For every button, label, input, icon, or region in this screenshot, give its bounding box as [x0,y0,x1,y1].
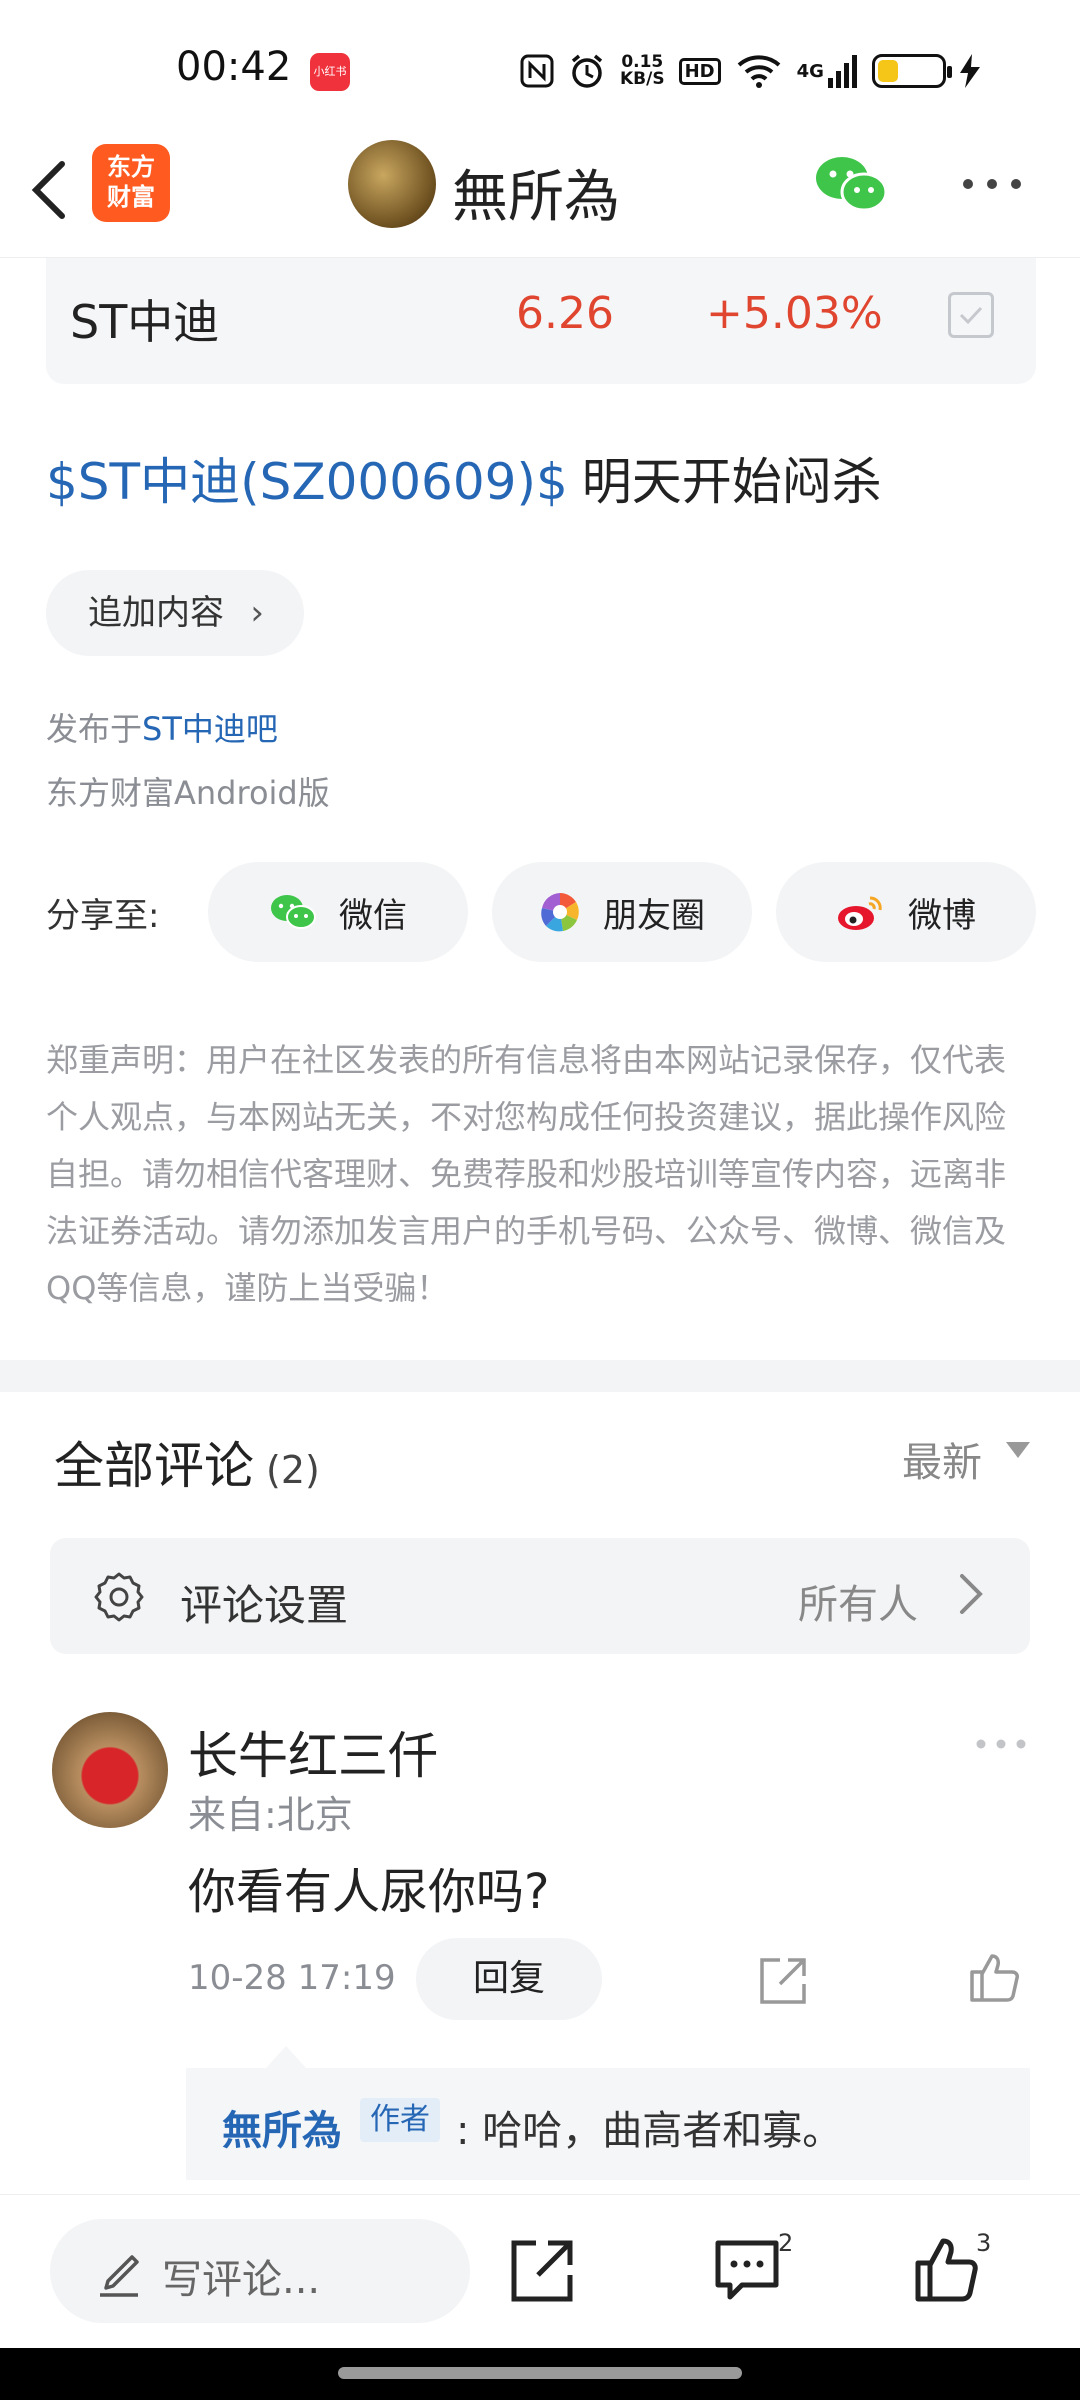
stock-tag-link[interactable]: $ST中迪(SZ000609)$ [46,453,568,511]
post-title: $ST中迪(SZ000609)$ 明天开始闷杀 [46,442,882,514]
weibo-icon [838,896,882,930]
battery-level [877,60,899,82]
reply-text: : 哈哈，曲高者和寡。 [456,2108,843,2154]
moments-icon [541,893,579,932]
stock-change: +5.03% [706,288,883,339]
status-time: 00:42 [176,44,292,90]
post-title-text: 明天开始闷杀 [581,453,882,511]
append-content-label: 追加内容 [88,593,224,633]
gear-icon [92,1570,146,1624]
stock-price: 6.26 [516,288,614,339]
pencil-icon [94,2245,144,2299]
write-comment-placeholder: 写评论... [162,2257,321,2303]
chevron-right-icon: › [250,593,264,633]
published-in: 发布于ST中迪吧 [46,704,278,750]
battery-icon [871,54,952,88]
commenter-location: 来自:北京 [188,1793,353,1837]
cellular-signal-icon: 4G [797,54,858,88]
wechat-share-icon[interactable] [814,152,890,216]
like-count-badge: 3 [976,2229,992,2257]
charging-icon [959,54,980,88]
top-nav-bar: 东方 财富 無所為 [0,140,1080,258]
disclaimer-text: 郑重声明：用户在社区发表的所有信息将由本网站记录保存，仅代表个人观点，与本网站无… [46,1041,1007,1307]
network-speed-unit: KB/S [620,69,665,89]
alarm-icon [568,52,606,90]
comments-header: 全部评论 (2) [54,1426,320,1498]
wifi-icon [735,52,783,90]
write-comment-input[interactable]: 写评论... [50,2219,470,2323]
wechat-icon [271,895,316,929]
append-content-button[interactable]: 追加内容 › [46,570,304,656]
share-wechat-label: 微信 [339,895,407,936]
comment-settings-label: 评论设置 [180,1581,349,1630]
eastmoney-logo[interactable]: 东方 财富 [92,144,170,222]
xiaohongshu-notification-icon: 小红书 [310,53,350,91]
share-label: 分享至: [46,896,160,936]
caret-down-icon[interactable] [1006,1442,1030,1458]
share-comment-icon[interactable] [756,1954,810,2008]
stock-name: ST中迪 [70,295,220,349]
like-post-icon[interactable] [912,2235,982,2305]
chevron-right-icon [956,1566,986,1633]
reply-author[interactable]: 無所為 [222,2098,342,2156]
commenter-name[interactable]: 长牛红三仟 [188,1716,438,1788]
hd-icon: HD [678,57,721,85]
share-wechat-button[interactable]: 微信 [208,862,468,962]
section-divider [0,1360,1080,1392]
stock-quote-card[interactable]: ST中迪 6.26 +5.03% [46,258,1036,384]
reply-preview[interactable]: 無所為 作者 : 哈哈，曲高者和寡。 [186,2046,1030,2180]
status-icons: 0.15 KB/S HD 4G [520,46,980,96]
share-weibo-label: 微博 [908,895,976,936]
share-moments-button[interactable]: 朋友圈 [492,862,752,962]
author-badge: 作者 [360,2098,440,2142]
more-options-icon[interactable] [960,174,1024,194]
stock-bar-link[interactable]: ST中迪吧 [142,710,278,748]
comments-title: 全部评论 [54,1437,254,1495]
status-bar: 00:42 小红书 0.15 KB/S HD 4G [0,0,1080,140]
comment-text: 你看有人尿你吗? [188,1864,550,1920]
sort-dropdown[interactable]: 最新 [902,1430,982,1488]
share-post-icon[interactable] [506,2235,576,2305]
back-button[interactable] [26,150,86,230]
logo-line1: 东方 [107,153,155,181]
nfc-icon [520,54,554,88]
comment-time: 10-28 17:19 [188,1958,396,1998]
commenter-avatar[interactable] [52,1712,168,1828]
author-name[interactable]: 無所為 [452,152,620,233]
share-moments-label: 朋友圈 [603,895,705,936]
comments-icon[interactable] [712,2235,782,2305]
bottom-action-bar: 写评论... 2 3 [0,2194,1080,2348]
reply-button[interactable]: 回复 [416,1938,602,2020]
comment-more-icon[interactable] [974,1736,1028,1752]
network-speed: 0.15 KB/S [620,54,665,88]
comments-count: (2) [266,1448,320,1492]
comment-count-badge: 2 [778,2229,794,2257]
comment-settings-row[interactable]: 评论设置 所有人 [50,1538,1030,1654]
like-comment-icon[interactable] [968,1950,1022,2004]
author-avatar[interactable] [348,140,436,228]
comment-settings-value: 所有人 [798,1582,918,1628]
client-info: 东方财富Android版 [46,774,330,812]
home-indicator[interactable] [338,2367,742,2379]
published-prefix: 发布于 [46,710,143,748]
logo-line2: 财富 [107,183,155,211]
cellular-type: 4G [796,60,824,82]
share-weibo-button[interactable]: 微博 [776,862,1036,962]
add-to-watchlist-checkbox[interactable] [948,292,994,338]
